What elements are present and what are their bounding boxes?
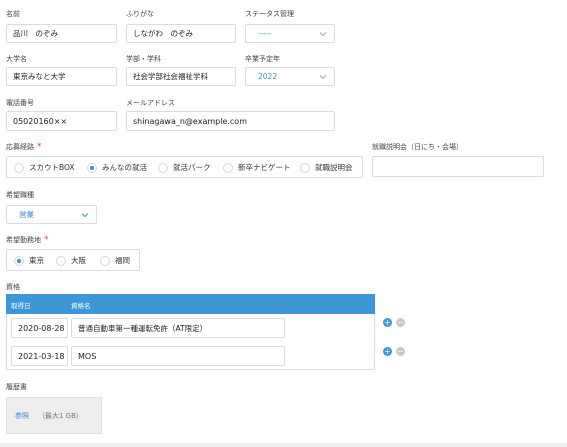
column-header-date: 取得日 [11, 302, 31, 310]
chevron-down-icon [319, 74, 327, 79]
location-option-osaka[interactable]: 大阪 [56, 255, 86, 266]
graduation-label: 卒業予定年 [245, 55, 280, 63]
job-type-select[interactable]: 営業 [6, 205, 97, 224]
radio-selected-icon [14, 255, 24, 266]
university-label: 大学名 [6, 55, 27, 63]
location-option-label: 東京 [29, 256, 44, 265]
required-mark: * [44, 235, 49, 245]
university-input[interactable]: 東京みなと大学 [6, 67, 117, 86]
name-label: 名前 [6, 10, 20, 18]
radio-icon [300, 162, 310, 173]
route-option-label: スカウトBOX [29, 163, 75, 172]
route-option-label: 就職説明会 [315, 163, 353, 172]
resume-upload-area[interactable]: 参照 （最大1 GB） [6, 397, 102, 434]
name-input[interactable]: 品川 のぞみ [6, 24, 117, 43]
remove-row-button[interactable]: − [396, 347, 405, 356]
seminar-input[interactable] [372, 156, 544, 177]
qualification-date-input[interactable]: 2021-03-18 [11, 346, 68, 366]
qualification-name-input[interactable]: 普通自動車第一種運転免許（AT限定） [71, 318, 285, 338]
radio-icon [14, 162, 24, 173]
email-input[interactable]: shinagawa_n@example.com [126, 111, 335, 131]
remove-row-button[interactable]: − [396, 318, 405, 327]
location-option-label: 大阪 [71, 256, 86, 265]
location-option-fukuoka[interactable]: 福岡 [100, 255, 130, 266]
seminar-label: 就職説明会（日にち・会場） [372, 143, 463, 151]
status-select-value: ----- [258, 29, 272, 38]
browse-link[interactable]: 参照 [15, 411, 29, 421]
qualifications-table-body: 2020-08-28 普通自動車第一種運転免許（AT限定） 2021-03-18… [6, 314, 375, 370]
file-size-hint: （最大1 GB） [38, 411, 83, 420]
location-label-text: 希望勤務地 [6, 236, 41, 244]
route-label: 応募経路 * [6, 142, 42, 152]
qualifications-label: 資格 [6, 283, 20, 291]
route-option-park[interactable]: 就活パーク [158, 162, 211, 173]
radio-icon [100, 255, 110, 266]
route-option-minna[interactable]: みんなの就活 [87, 162, 147, 173]
furigana-label: ふりがな [126, 10, 154, 18]
route-radio-group: スカウトBOX みんなの就活 就活パーク 新卒ナビゲート 就職説明会 [6, 156, 363, 178]
location-option-label: 福岡 [115, 256, 130, 265]
qualifications-table-header: 取得日 資格名 [6, 294, 375, 314]
status-select[interactable]: ----- [245, 24, 335, 43]
graduation-select-value: 2022 [258, 72, 278, 81]
radio-selected-icon [87, 162, 97, 173]
faculty-label: 学部・学科 [126, 55, 161, 63]
job-type-select-value: 営業 [19, 210, 34, 219]
qualification-date-input[interactable]: 2020-08-28 [11, 318, 68, 338]
resume-label: 履歴書 [6, 383, 27, 391]
graduation-select[interactable]: 2022 [245, 67, 335, 86]
route-option-scoutbox[interactable]: スカウトBOX [14, 162, 75, 173]
radio-icon [158, 162, 168, 173]
page-divider [0, 443, 567, 447]
phone-input[interactable]: 05020160×× [6, 111, 117, 131]
route-option-seminar[interactable]: 就職説明会 [300, 162, 353, 173]
route-option-navigate[interactable]: 新卒ナビゲート [223, 162, 291, 173]
add-row-button[interactable]: + [383, 318, 392, 327]
furigana-input[interactable]: しながわ のぞみ [126, 24, 236, 43]
route-option-label: 就活パーク [173, 163, 211, 172]
chevron-down-icon [81, 212, 89, 217]
route-option-label: みんなの就活 [102, 163, 147, 172]
location-label: 希望勤務地 * [6, 235, 49, 245]
route-option-label: 新卒ナビゲート [238, 163, 291, 172]
qualification-name-input[interactable]: MOS [71, 346, 285, 366]
chevron-down-icon [319, 31, 327, 36]
add-row-button[interactable]: + [383, 347, 392, 356]
faculty-input[interactable]: 社会学部社会福祉学科 [126, 67, 236, 86]
radio-icon [223, 162, 233, 173]
status-label: ステータス管理 [245, 10, 294, 18]
column-header-name: 資格名 [71, 302, 91, 310]
job-type-label: 希望職種 [6, 191, 34, 199]
location-radio-group: 東京 大阪 福岡 [6, 249, 140, 271]
radio-icon [56, 255, 66, 266]
phone-label: 電話番号 [6, 99, 34, 107]
location-option-tokyo[interactable]: 東京 [14, 255, 44, 266]
email-label: メールアドレス [126, 99, 175, 107]
required-mark: * [37, 142, 42, 152]
route-label-text: 応募経路 [6, 143, 34, 151]
